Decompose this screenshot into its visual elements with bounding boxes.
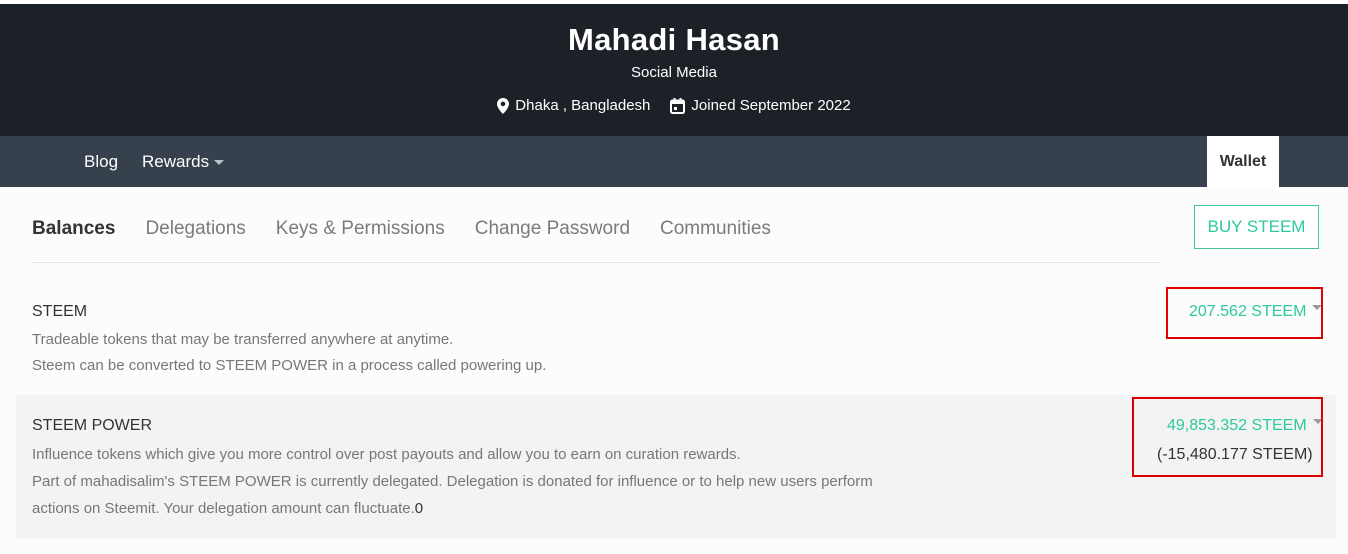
wallet-main: Balances Delegations Keys & Permissions … bbox=[0, 187, 1348, 554]
tab-delegations[interactable]: Delegations bbox=[145, 218, 245, 240]
nav-rewards[interactable]: Rewards bbox=[142, 152, 225, 172]
profile-location-text: Dhaka , Bangladesh bbox=[515, 97, 651, 114]
profile-navbar: Blog Rewards Wallet bbox=[0, 136, 1348, 187]
highlight-box-steem-power bbox=[1132, 397, 1323, 477]
profile-name: Mahadi Hasan bbox=[567, 22, 781, 57]
tab-communities[interactable]: Communities bbox=[660, 218, 771, 240]
map-pin-icon bbox=[497, 97, 510, 114]
nav-blog[interactable]: Blog bbox=[84, 152, 118, 172]
steem-title: STEEM bbox=[32, 303, 88, 320]
steem-power-title: STEEM POWER bbox=[32, 417, 153, 434]
caret-down-icon bbox=[214, 160, 225, 166]
steem-power-desc-line-3: actions on Steemit. Your delegation amou… bbox=[32, 495, 873, 522]
nav-wallet[interactable]: Wallet bbox=[1207, 136, 1279, 187]
profile-about: Social Media bbox=[631, 64, 717, 81]
tab-keys-permissions[interactable]: Keys & Permissions bbox=[276, 218, 445, 240]
steem-power-description: Influence tokens which give you more con… bbox=[32, 441, 873, 522]
steem-desc-line-2: Steem can be converted to STEEM POWER in… bbox=[32, 357, 547, 374]
profile-meta: Dhaka , Bangladesh Joined September 2022 bbox=[0, 97, 1348, 114]
steem-power-desc-suffix: 0 bbox=[414, 500, 424, 517]
steem-power-desc-line-3-text: actions on Steemit. Your delegation amou… bbox=[32, 500, 415, 517]
buy-steem-button[interactable]: BUY STEEM bbox=[1194, 205, 1319, 249]
profile-joined: Joined September 2022 bbox=[670, 97, 851, 114]
tabs-divider bbox=[32, 262, 1160, 263]
tab-change-password[interactable]: Change Password bbox=[475, 218, 630, 240]
wallet-tabs: Balances Delegations Keys & Permissions … bbox=[32, 218, 771, 240]
profile-joined-text: Joined September 2022 bbox=[691, 97, 851, 114]
steem-desc-line-1: Tradeable tokens that may be transferred… bbox=[32, 331, 454, 348]
calendar-icon bbox=[670, 97, 686, 114]
profile-location: Dhaka , Bangladesh bbox=[497, 97, 650, 114]
steem-power-desc-line-2: Part of mahadisalim's STEEM POWER is cur… bbox=[32, 473, 873, 490]
steem-power-desc-line-1: Influence tokens which give you more con… bbox=[32, 446, 741, 463]
tab-balances[interactable]: Balances bbox=[32, 218, 115, 240]
profile-header: Mahadi Hasan Social Media Dhaka , Bangla… bbox=[0, 4, 1348, 136]
nav-rewards-label: Rewards bbox=[142, 152, 210, 171]
highlight-box-steem bbox=[1166, 287, 1323, 339]
steem-description: Tradeable tokens that may be transferred… bbox=[32, 327, 546, 379]
